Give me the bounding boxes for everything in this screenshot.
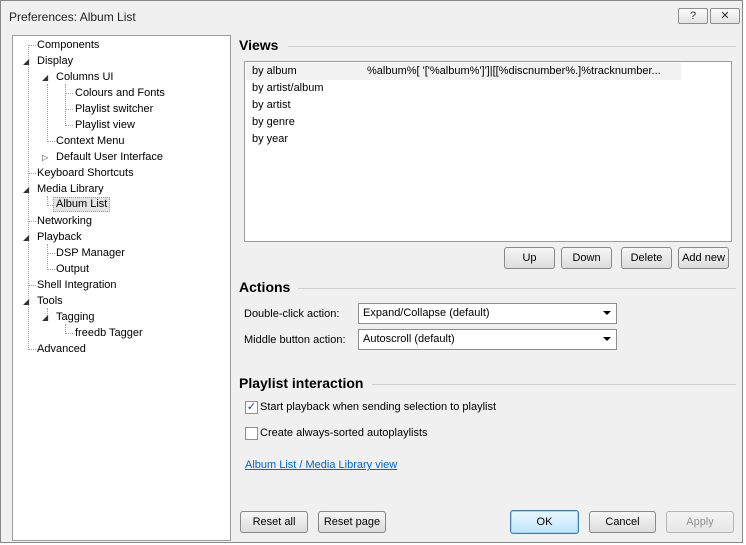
reset-page-button[interactable]: Reset page xyxy=(318,511,386,533)
always-sorted-label[interactable]: Create always-sorted autoplaylists xyxy=(260,427,428,439)
tree-item-context-menu[interactable]: Context Menu xyxy=(54,134,126,149)
tree-connector xyxy=(65,109,73,110)
tree-item-media-library[interactable]: Media Library xyxy=(35,182,106,197)
tree-connector xyxy=(47,84,48,142)
always-sorted-checkbox[interactable] xyxy=(245,427,258,440)
playlist-interaction-divider xyxy=(372,384,736,385)
tree-connector xyxy=(65,84,66,126)
collapse-triangle-icon[interactable]: ◢ xyxy=(42,73,48,83)
double-click-select[interactable]: Expand/Collapse (default) xyxy=(358,303,617,324)
middle-button-select[interactable]: Autoscroll (default) xyxy=(358,329,617,350)
chevron-down-icon xyxy=(603,337,611,341)
list-item[interactable]: by year xyxy=(246,131,681,148)
ok-button[interactable]: OK xyxy=(510,510,579,534)
view-name: by artist xyxy=(252,99,291,111)
preferences-tree[interactable]: ◢ ◢ ▷ ◢ ◢ ◢ ◢ Components Display Columns… xyxy=(12,35,231,541)
view-name: by genre xyxy=(252,116,295,128)
actions-heading: Actions xyxy=(239,279,291,295)
double-click-value: Expand/Collapse (default) xyxy=(363,307,490,319)
title-bar: Preferences: Album List ? ✕ xyxy=(1,1,742,31)
tree-item-output[interactable]: Output xyxy=(54,262,91,277)
playlist-interaction-heading: Playlist interaction xyxy=(239,375,364,391)
double-click-label: Double-click action: xyxy=(244,308,340,320)
tree-item-playlist-view[interactable]: Playlist view xyxy=(73,118,137,133)
middle-button-value: Autoscroll (default) xyxy=(363,333,455,345)
list-item[interactable]: by artist/album xyxy=(246,80,681,97)
expand-triangle-icon[interactable]: ▷ xyxy=(42,153,48,163)
tree-item-networking[interactable]: Networking xyxy=(35,214,94,229)
cancel-button[interactable]: Cancel xyxy=(589,511,656,533)
tree-item-display[interactable]: Display xyxy=(35,54,75,69)
tree-connector xyxy=(65,333,73,334)
tree-connector xyxy=(65,93,73,94)
start-playback-checkbox[interactable]: ✓ xyxy=(245,401,258,414)
actions-divider xyxy=(298,288,736,289)
tree-connector xyxy=(65,125,73,126)
preferences-window: Preferences: Album List ? ✕ ◢ ◢ ▷ ◢ ◢ ◢ … xyxy=(0,0,743,543)
apply-button[interactable]: Apply xyxy=(666,511,734,533)
collapse-triangle-icon[interactable]: ◢ xyxy=(23,185,29,195)
collapse-triangle-icon[interactable]: ◢ xyxy=(23,57,29,67)
collapse-triangle-icon[interactable]: ◢ xyxy=(42,313,48,323)
collapse-triangle-icon[interactable]: ◢ xyxy=(23,233,29,243)
middle-button-label: Middle button action: xyxy=(244,334,346,346)
tree-item-album-list[interactable]: Album List xyxy=(53,197,111,212)
close-button[interactable]: ✕ xyxy=(710,8,740,24)
up-button[interactable]: Up xyxy=(504,247,555,269)
tree-item-tools[interactable]: Tools xyxy=(35,294,65,309)
album-list-view-link[interactable]: Album List / Media Library view xyxy=(245,459,397,471)
collapse-triangle-icon[interactable]: ◢ xyxy=(23,297,29,307)
tree-item-dsp-manager[interactable]: DSP Manager xyxy=(54,246,127,261)
tree-item-playback[interactable]: Playback xyxy=(35,230,84,245)
tree-item-playlist-switcher[interactable]: Playlist switcher xyxy=(73,102,155,117)
view-script: %album%[ '['%album%']']|[[%discnumber%.]… xyxy=(367,65,661,77)
tree-item-keyboard-shortcuts[interactable]: Keyboard Shortcuts xyxy=(35,166,136,181)
views-divider xyxy=(288,46,736,47)
add-new-button[interactable]: Add new xyxy=(678,247,729,269)
tree-item-freedb-tagger[interactable]: freedb Tagger xyxy=(73,326,145,341)
view-name: by artist/album xyxy=(252,82,324,94)
views-list[interactable]: by album %album%[ '['%album%']']|[[%disc… xyxy=(244,61,732,242)
list-item[interactable]: by genre xyxy=(246,114,681,131)
start-playback-label[interactable]: Start playback when sending selection to… xyxy=(260,401,496,413)
list-item[interactable]: by album %album%[ '['%album%']']|[[%disc… xyxy=(246,63,681,80)
view-name: by album xyxy=(252,65,297,77)
tree-item-tagging[interactable]: Tagging xyxy=(54,310,97,325)
window-title: Preferences: Album List xyxy=(9,10,136,24)
reset-all-button[interactable]: Reset all xyxy=(240,511,308,533)
checkmark-icon: ✓ xyxy=(246,401,257,413)
tree-item-advanced[interactable]: Advanced xyxy=(35,342,88,357)
delete-button[interactable]: Delete xyxy=(621,247,672,269)
tree-item-components[interactable]: Components xyxy=(35,38,101,53)
tree-item-shell-integration[interactable]: Shell Integration xyxy=(35,278,119,293)
view-name: by year xyxy=(252,133,289,145)
tree-item-default-user-interface[interactable]: Default User Interface xyxy=(54,150,165,165)
help-button[interactable]: ? xyxy=(678,8,708,24)
tree-connector xyxy=(47,244,48,270)
tree-item-columns-ui[interactable]: Columns UI xyxy=(54,70,115,85)
views-heading: Views xyxy=(239,37,279,53)
down-button[interactable]: Down xyxy=(561,247,612,269)
list-item[interactable]: by artist xyxy=(246,97,681,114)
tree-item-colours-and-fonts[interactable]: Colours and Fonts xyxy=(73,86,167,101)
chevron-down-icon xyxy=(603,311,611,315)
